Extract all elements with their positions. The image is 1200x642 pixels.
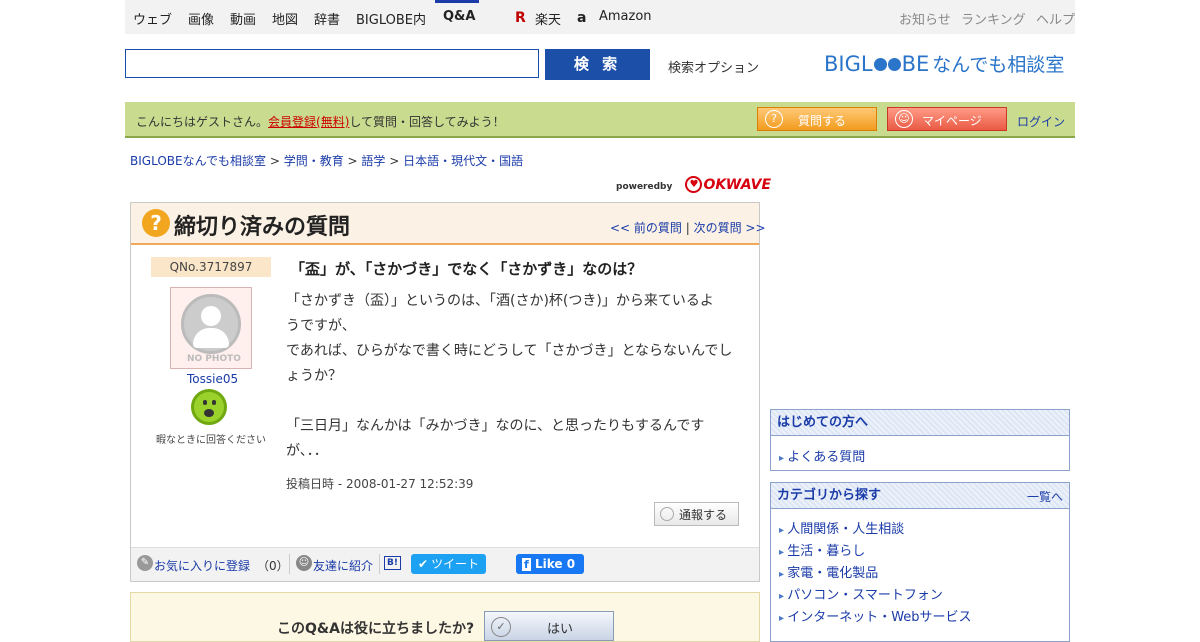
nav-qa[interactable]: Q&A (443, 9, 475, 24)
prev-question-link[interactable]: << 前の質問 (610, 221, 682, 235)
category-heading: カテゴリから探す (771, 483, 1069, 509)
ask-question-button[interactable]: ? 質問する (757, 107, 877, 131)
category-item[interactable]: 人間関係・人生相談 (779, 518, 904, 537)
breadcrumb-education[interactable]: 学問・教育 (284, 154, 344, 168)
asker-status: 暇なときに回答ください (156, 435, 266, 446)
tweet-button[interactable]: ✔ ツイート (411, 554, 486, 574)
register-link[interactable]: 会員登録(無料) (268, 115, 349, 129)
next-question-link[interactable]: 次の質問 >> (694, 221, 766, 235)
logo-dot-icon (887, 58, 901, 71)
hatena-bookmark-icon[interactable]: B! (384, 556, 401, 570)
category-box: カテゴリから探す 一覧へ 人間関係・人生相談 生活・暮らし 家電・電化製品 パソ… (770, 482, 1070, 642)
nav-images[interactable]: 画像 (188, 9, 214, 28)
breadcrumb-home[interactable]: BIGLOBEなんでも相談室 (130, 154, 266, 168)
user-silhouette-icon (181, 294, 241, 354)
active-tab-indicator (435, 0, 479, 3)
smile-icon: ☺ (296, 555, 312, 571)
question-status-title: 締切り済みの質問 (174, 215, 351, 240)
search-input[interactable] (125, 49, 539, 78)
login-link[interactable]: ログイン (1017, 113, 1065, 130)
question-number: QNo.3717897 (151, 257, 271, 277)
logo-dot-icon (873, 58, 887, 71)
breadcrumb-japanese[interactable]: 日本語・現代文・国語 (403, 154, 523, 168)
faq-link[interactable]: よくある質問 (779, 446, 865, 465)
nav-video[interactable]: 動画 (230, 9, 256, 28)
status-face-icon (191, 389, 227, 425)
share-friend-link[interactable]: 友達に紹介 (313, 557, 373, 574)
mypage-button[interactable]: ☺ マイページ (887, 107, 1007, 131)
question-title: 「盃」が、「さかづき」でなく「さかずき」なのは？ (290, 260, 643, 278)
divider (289, 554, 290, 574)
helpful-question: このQ&Aは役に立ちましたか? (277, 621, 475, 637)
beginners-heading: はじめての方へ (771, 410, 1069, 436)
nav-map[interactable]: 地図 (272, 9, 298, 28)
helpful-yes-button[interactable]: ✓ はい (484, 611, 614, 641)
okwave-logo: poweredby ♥ OKWAVE (616, 176, 772, 193)
divider (379, 554, 380, 574)
favorite-count: （0） (257, 559, 289, 573)
search-button[interactable]: 検 索 (545, 49, 650, 80)
guest-greeting: こんにちはゲストさん。会員登録(無料)して質問・回答してみよう！ (136, 115, 505, 129)
search-options-link[interactable]: 検索オプション (668, 57, 759, 76)
nav-amazon[interactable]: Amazon (599, 9, 652, 24)
favorite-link[interactable]: お気に入りに登録 (154, 557, 250, 574)
question-pager: << 前の質問 | 次の質問 >> (610, 221, 766, 235)
breadcrumb-language[interactable]: 語学 (361, 154, 385, 168)
pencil-icon: ✎ (137, 555, 153, 571)
report-button[interactable]: 通報する (654, 502, 739, 526)
smile-icon: ☺ (895, 110, 913, 128)
nav-rakuten[interactable]: 楽天 (535, 9, 561, 28)
site-logo[interactable]: BIGL BE なんでも相談室 (824, 50, 1064, 77)
nav-dictionary[interactable]: 辞書 (314, 9, 340, 28)
category-item[interactable]: パソコン・スマートフォン (779, 584, 943, 603)
nav-ranking[interactable]: ランキング (961, 9, 1026, 28)
amazon-icon: a (577, 10, 587, 26)
breadcrumb: BIGLOBEなんでも相談室 > 学問・教育 > 語学 > 日本語・現代文・国語 (130, 154, 524, 168)
facebook-like-button[interactable]: f Like 0 (516, 554, 584, 574)
rakuten-icon: R (515, 10, 526, 26)
post-date: 投稿日時 - 2008-01-27 12:52:39 (286, 477, 474, 491)
question-body: 「さかずき（盃）」というのは、「酒(さか)杯(つき)」から来ているよ うですが、… (286, 293, 733, 459)
nav-help[interactable]: ヘルプ (1036, 9, 1075, 28)
category-item[interactable]: 生活・暮らし (779, 540, 865, 559)
avatar[interactable]: NO PHOTO (170, 287, 252, 369)
report-icon (660, 507, 674, 521)
facebook-icon: f (522, 558, 531, 571)
question-mark-icon: ? (142, 209, 170, 237)
no-photo-label: NO PHOTO (187, 354, 241, 364)
asker-username[interactable]: Tossie05 (187, 372, 238, 386)
twitter-bird-icon: ✔ (418, 557, 429, 571)
check-icon: ✓ (491, 617, 511, 637)
category-item[interactable]: インターネット・Webサービス (779, 606, 971, 625)
category-all-link[interactable]: 一覧へ (1027, 488, 1063, 505)
nav-notice[interactable]: お知らせ (899, 9, 951, 28)
heart-icon: ♥ (685, 176, 703, 193)
nav-biglobe[interactable]: BIGLOBE内 (356, 9, 426, 28)
nav-web[interactable]: ウェブ (133, 9, 172, 28)
question-icon: ? (765, 110, 783, 128)
beginners-box: はじめての方へ よくある質問 (770, 409, 1070, 471)
category-item[interactable]: 家電・電化製品 (779, 562, 878, 581)
